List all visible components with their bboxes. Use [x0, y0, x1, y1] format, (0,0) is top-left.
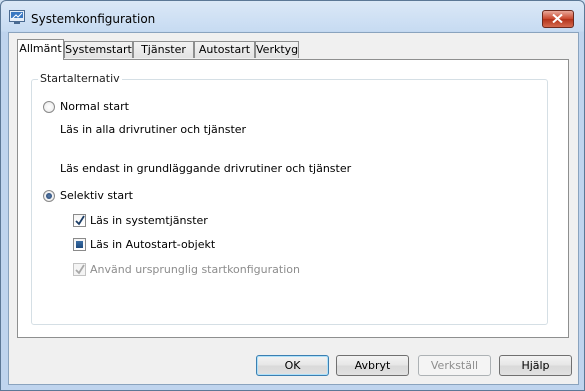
checkmark-icon [75, 264, 85, 275]
startup-options-group: Startalternativ Normal start Läs in alla… [31, 72, 548, 325]
selective-start-label[interactable]: Selektiv start [60, 189, 133, 202]
use-original-boot-config-label: Använd ursprunglig startkonfiguration [90, 263, 300, 276]
tab-general[interactable]: Allmänt [17, 39, 64, 60]
radio-selected-dot [46, 193, 52, 199]
apply-button: Verkställ [418, 355, 491, 376]
load-startup-items-checkbox[interactable] [73, 238, 86, 251]
close-button[interactable] [542, 10, 574, 28]
close-icon [552, 14, 563, 23]
use-original-boot-config-checkbox [73, 263, 86, 276]
diagnostic-start-description: Läs endast in grundläggande drivrutiner … [60, 162, 352, 175]
normal-start-description: Läs in alla drivrutiner och tjänster [60, 123, 247, 136]
tab-services[interactable]: Tjänster [133, 41, 194, 58]
selective-start-radio[interactable] [43, 190, 55, 202]
load-startup-items-label[interactable]: Läs in Autostart-objekt [90, 238, 215, 251]
checkmark-icon [75, 215, 85, 226]
tab-tools[interactable]: Verktyg [255, 41, 299, 58]
load-system-services-checkbox[interactable] [73, 214, 86, 227]
normal-start-radio[interactable] [43, 101, 55, 113]
msconfig-icon [9, 10, 25, 24]
system-configuration-window: Systemkonfiguration Allmänt Systemstart … [0, 0, 585, 391]
tab-startup[interactable]: Autostart [194, 41, 255, 58]
indeterminate-square [76, 241, 83, 248]
title-bar[interactable]: Systemkonfiguration [1, 1, 584, 33]
cancel-button[interactable]: Avbryt [336, 355, 409, 376]
load-system-services-label[interactable]: Läs in systemtjänster [90, 214, 208, 227]
tab-panel-general: Startalternativ Normal start Läs in alla… [17, 59, 569, 338]
window-title: Systemkonfiguration [31, 12, 156, 26]
ok-button[interactable]: OK [256, 355, 329, 376]
tab-boot[interactable]: Systemstart [64, 41, 133, 58]
help-button[interactable]: Hjälp [499, 355, 572, 376]
group-label: Startalternativ [38, 72, 122, 85]
dialog-client: Allmänt Systemstart Tjänster Autostart V… [8, 32, 579, 385]
normal-start-label[interactable]: Normal start [60, 100, 129, 113]
